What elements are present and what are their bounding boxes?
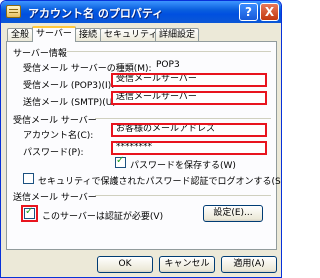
auth-required-checkbox[interactable] [24, 206, 35, 219]
auth-required-label[interactable]: このサーバーは認証が必要(V) [42, 209, 163, 222]
incoming-server-heading: 受信メール サーバー [13, 116, 97, 126]
section-divider [95, 118, 271, 119]
tab-connection[interactable]: 接続 [75, 28, 102, 41]
outgoing-smtp-input[interactable]: 送信メールサーバー [111, 91, 267, 105]
outgoing-smtp-label: 送信メール (SMTP)(U): [23, 98, 119, 108]
tab-server[interactable]: サーバー [32, 26, 76, 42]
spa-logon-label[interactable]: セキュリティで保護されたパスワード認証でログオンする(S) [38, 174, 281, 187]
account-name-input[interactable]: お客様のメールアドレス [111, 123, 267, 137]
tab-security[interactable]: セキュリティ [100, 28, 162, 41]
settings-button[interactable]: 設定(E)... [203, 205, 263, 222]
incoming-pop3-input[interactable]: 受信メールサーバー [111, 73, 267, 87]
remember-password-checkbox[interactable] [115, 155, 126, 168]
spa-logon-checkbox[interactable] [23, 173, 34, 184]
window-title: アカウント名 のプロパティ [28, 7, 164, 20]
properties-dialog: アカウント名 のプロパティ ? X 全般 サーバー 接続 セキュリティ 詳細設定… [0, 0, 282, 278]
title-bar: アカウント名 のプロパティ ? X [1, 1, 281, 23]
section-divider [95, 195, 271, 196]
server-info-heading: サーバー情報 [13, 49, 67, 59]
incoming-pop3-label: 受信メール (POP3)(I): [23, 81, 115, 91]
help-button[interactable]: ? [239, 3, 258, 21]
password-input[interactable]: ******** [111, 141, 267, 155]
account-card-icon [6, 5, 21, 18]
tab-advanced[interactable]: 詳細設定 [155, 28, 200, 41]
tab-general[interactable]: 全般 [7, 28, 34, 41]
cancel-button[interactable]: キャンセル [159, 256, 215, 273]
server-tab-panel: サーバー情報 受信メール サーバーの種類(M): POP3 受信メール (POP… [6, 41, 281, 250]
close-button[interactable]: X [260, 3, 279, 21]
password-label: パスワード(P): [23, 148, 84, 158]
apply-button[interactable]: 適用(A) [221, 256, 277, 273]
account-name-label: アカウント名(C): [23, 131, 94, 141]
incoming-type-value: POP3 [156, 60, 180, 70]
section-divider [67, 51, 271, 52]
ok-button[interactable]: OK [97, 256, 153, 273]
remember-password-label[interactable]: パスワードを保存する(W) [130, 158, 236, 171]
outgoing-server-heading: 送信メール サーバー [13, 193, 97, 203]
